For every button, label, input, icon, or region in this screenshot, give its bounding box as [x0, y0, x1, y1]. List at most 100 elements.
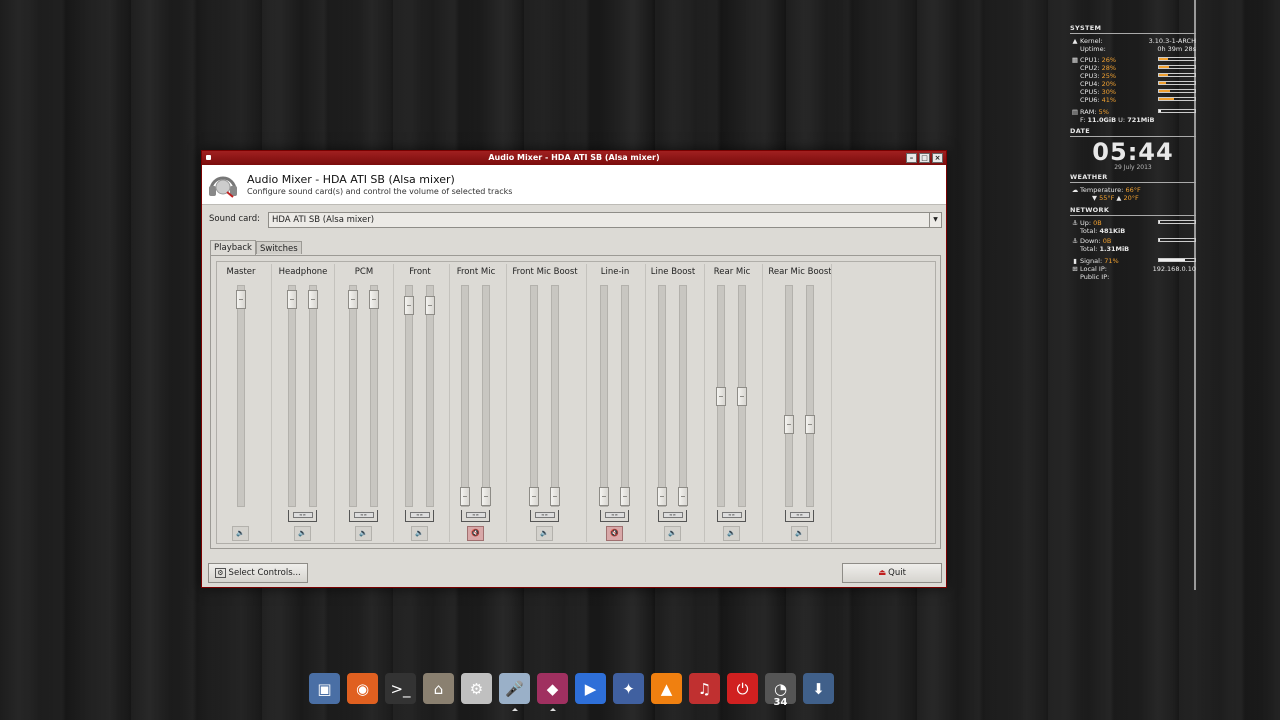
mute-toggle-button[interactable]: 🔈 [536, 526, 553, 541]
volume-slider-track[interactable] [599, 285, 609, 507]
volume-slider-track[interactable] [348, 285, 358, 507]
satellite-glyph: ✦ [622, 679, 635, 698]
home-folder-icon[interactable]: ⌂ [423, 673, 454, 704]
volume-slider-thumb[interactable] [529, 487, 539, 506]
window-controls: – □ × [906, 153, 943, 163]
channel-lock-toggle[interactable]: ∞∞ [717, 510, 746, 522]
disk-utility-icon[interactable]: ⚙ [461, 673, 492, 704]
channel-label: Front Mic Boost [512, 267, 578, 277]
cpu-value: 30% [1101, 88, 1117, 96]
volume-slider-thumb[interactable] [236, 290, 246, 310]
dropdown-arrow-icon[interactable]: ▼ [929, 213, 941, 227]
mute-toggle-button[interactable]: 🔈 [355, 526, 372, 541]
system-section-header: SYSTEM [1070, 24, 1102, 32]
volume-slider-track[interactable] [678, 285, 688, 507]
volume-slider-track[interactable] [620, 285, 630, 507]
temp-low: 55°F [1099, 194, 1115, 202]
volume-slider-thumb[interactable] [737, 386, 747, 406]
channel-lock-toggle[interactable]: ∞∞ [658, 510, 687, 522]
volume-slider-track[interactable] [481, 285, 491, 507]
shapes-icon[interactable]: ◆ [537, 673, 568, 711]
audio-mixer-icon[interactable]: 🎤 [499, 673, 530, 711]
mute-toggle-button[interactable]: 🔈 [411, 526, 428, 541]
volume-slider-thumb[interactable] [599, 487, 609, 506]
volume-slider-thumb[interactable] [784, 414, 794, 434]
mute-toggle-button[interactable]: 🔈 [723, 526, 740, 541]
volume-slider-track[interactable] [657, 285, 667, 507]
volume-slider-thumb[interactable] [404, 296, 414, 316]
volume-slider-thumb[interactable] [460, 487, 470, 506]
audio-app-icon[interactable]: ♫ [689, 673, 720, 704]
mute-toggle-button[interactable]: 🔇 [606, 526, 623, 541]
mute-toggle-button[interactable]: 🔈 [294, 526, 311, 541]
channel-lock-toggle[interactable]: ∞∞ [785, 510, 814, 522]
header-subtitle: Configure sound card(s) and control the … [247, 187, 513, 196]
mute-toggle-button[interactable]: 🔈 [791, 526, 808, 541]
volume-slider-thumb[interactable] [678, 487, 688, 506]
maximize-button[interactable]: □ [919, 153, 930, 163]
volume-slider-track[interactable] [404, 285, 414, 507]
volume-slider-thumb[interactable] [481, 487, 491, 506]
cpu-label: CPU1: [1080, 56, 1100, 64]
channel-lock-toggle[interactable]: ∞∞ [288, 510, 317, 522]
speedometer-icon[interactable]: ◔ 34 [765, 673, 796, 708]
volume-slider-track[interactable] [369, 285, 379, 507]
volume-slider-thumb[interactable] [425, 296, 435, 316]
installer-icon[interactable]: ▣ [309, 673, 340, 704]
volume-slider-track[interactable] [425, 285, 435, 507]
channel-lock-toggle[interactable]: ∞∞ [349, 510, 378, 522]
select-controls-button[interactable]: ⚙ Select Controls... [208, 563, 308, 583]
volume-slider-track[interactable] [287, 285, 297, 507]
media-player-icon[interactable]: ▶ [575, 673, 606, 704]
window-titlebar[interactable]: Audio Mixer - HDA ATI SB (Alsa mixer) – … [202, 151, 946, 165]
power-icon[interactable]: ⏻ [727, 673, 758, 704]
channel-lock-toggle[interactable]: ∞∞ [405, 510, 434, 522]
quit-button[interactable]: ⏏ Quit [842, 563, 942, 583]
close-button[interactable]: × [932, 153, 943, 163]
volume-slider-thumb[interactable] [308, 290, 318, 310]
channel-lock-toggle[interactable]: ∞∞ [600, 510, 629, 522]
mute-toggle-button[interactable]: 🔇 [467, 526, 484, 541]
tab-playback[interactable]: Playback [210, 240, 256, 255]
soundcard-select[interactable]: HDA ATI SB (Alsa mixer) ▼ [268, 212, 942, 228]
volume-slider-track[interactable] [460, 285, 470, 507]
chain-link-icon: ∞∞ [409, 512, 430, 518]
volume-slider-track[interactable] [308, 285, 318, 507]
chain-link-icon: ∞∞ [721, 512, 742, 518]
firefox-icon[interactable]: ◉ [347, 673, 378, 704]
minimize-button[interactable]: – [906, 153, 917, 163]
satellite-icon[interactable]: ✦ [613, 673, 644, 704]
cpu-icon: ▦ [1071, 56, 1079, 64]
volume-slider-thumb[interactable] [550, 487, 560, 506]
channel-lock-toggle[interactable]: ∞∞ [461, 510, 490, 522]
cpu-row: ▦ CPU1: 26% [1070, 56, 1196, 64]
volume-slider-track[interactable] [784, 285, 794, 507]
public-ip-row: Public IP: [1070, 273, 1196, 281]
channel-lock-toggle[interactable]: ∞∞ [530, 510, 559, 522]
volume-slider-thumb[interactable] [657, 487, 667, 506]
volume-slider-track[interactable] [716, 285, 726, 507]
vlc-icon[interactable]: ▲ [651, 673, 682, 704]
cpu-value: 28% [1101, 64, 1117, 72]
volume-slider-thumb[interactable] [348, 290, 358, 310]
mute-toggle-button[interactable]: 🔈 [664, 526, 681, 541]
volume-slider-thumb[interactable] [369, 290, 379, 310]
volume-slider-thumb[interactable] [620, 487, 630, 506]
local-ip-row: ⊞ Local IP: 192.168.0.10 [1070, 265, 1196, 273]
downloads-icon[interactable]: ⬇ [803, 673, 834, 704]
downloads-glyph: ⬇ [812, 679, 825, 698]
volume-slider-track[interactable] [236, 285, 246, 507]
quit-icon: ⏏ [878, 568, 887, 578]
window-menu-icon[interactable] [206, 155, 211, 160]
cpu-usage-bar [1158, 97, 1196, 101]
volume-slider-thumb[interactable] [716, 386, 726, 406]
volume-slider-track[interactable] [529, 285, 539, 507]
volume-slider-thumb[interactable] [805, 414, 815, 434]
terminal-icon[interactable]: >_ [385, 673, 416, 704]
tab-switches[interactable]: Switches [255, 241, 302, 254]
mute-toggle-button[interactable]: 🔈 [232, 526, 249, 541]
volume-slider-track[interactable] [805, 285, 815, 507]
volume-slider-track[interactable] [737, 285, 747, 507]
volume-slider-track[interactable] [550, 285, 560, 507]
volume-slider-thumb[interactable] [287, 290, 297, 310]
